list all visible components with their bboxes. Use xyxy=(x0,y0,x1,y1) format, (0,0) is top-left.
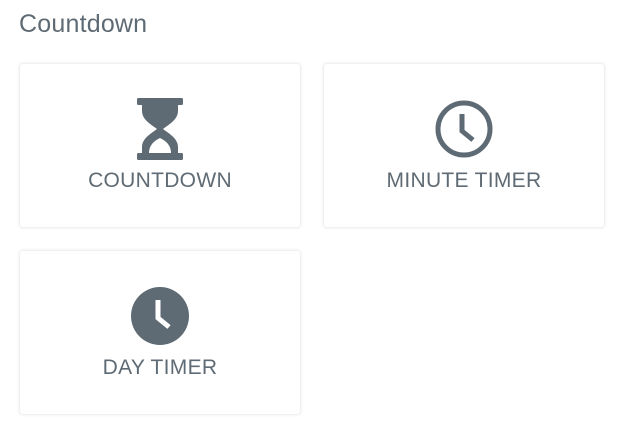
clock-filled-icon xyxy=(130,285,190,347)
countdown-card-label: COUNTDOWN xyxy=(88,169,232,192)
countdown-card[interactable]: COUNTDOWN xyxy=(19,63,301,228)
minute-timer-card[interactable]: MINUTE TIMER xyxy=(323,63,605,228)
page-title: Countdown xyxy=(19,10,148,38)
day-timer-card-label: DAY TIMER xyxy=(102,356,218,379)
hourglass-icon xyxy=(130,98,190,160)
minute-timer-card-label: MINUTE TIMER xyxy=(386,169,542,192)
day-timer-card[interactable]: DAY TIMER xyxy=(19,250,301,415)
clock-outline-icon xyxy=(434,98,494,160)
